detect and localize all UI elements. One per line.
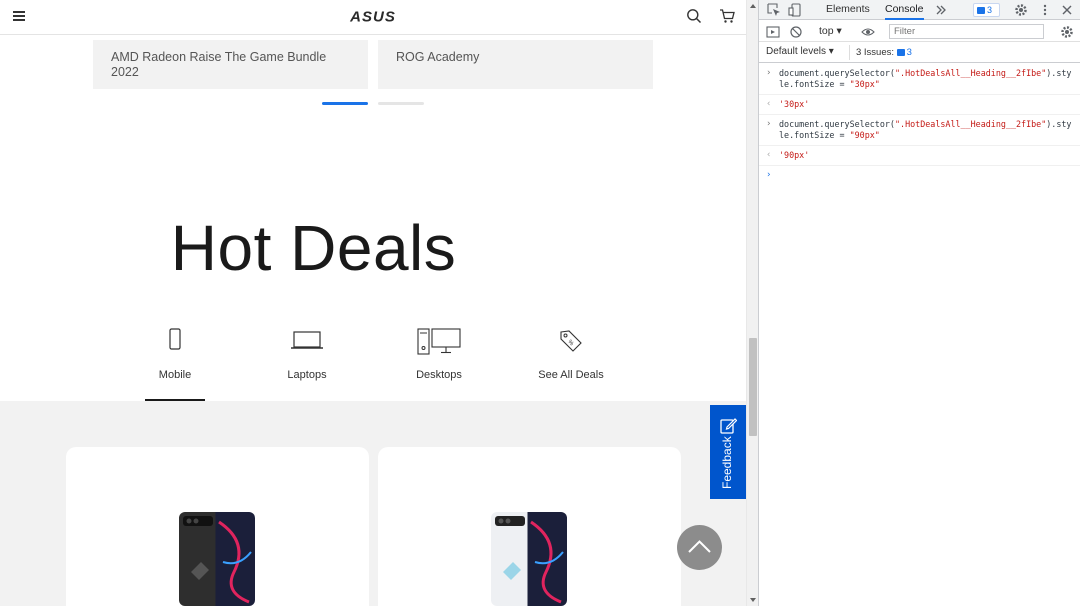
log-levels-dropdown[interactable]: Default levels ▾ [766, 46, 834, 57]
result-arrow-icon: ‹ [766, 150, 772, 160]
console-filter-bar: Default levels ▾ 3 Issues: 3 [759, 42, 1080, 63]
promo-card-amd[interactable]: AMD Radeon Raise The Game Bundle 2022 [93, 40, 368, 89]
hot-deals-heading: Hot Deals [0, 208, 746, 288]
product-image-rog-phone-white[interactable] [491, 512, 567, 606]
code-text: document.querySelector( [779, 68, 895, 78]
log-levels-label: Default levels [766, 46, 827, 57]
chevron-up-icon [688, 540, 711, 553]
tab-desktops[interactable]: Desktops [404, 324, 474, 401]
menu-icon[interactable] [13, 11, 25, 21]
tab-label: Mobile [158, 369, 192, 381]
console-input-line[interactable]: › document.querySelector(".HotDealsAll__H… [759, 64, 1080, 95]
console-settings-icon[interactable] [1060, 25, 1074, 39]
screen: ASUS AMD Radeon Raise The Game Bundle 20… [0, 0, 1080, 606]
console-prompt[interactable]: › [759, 166, 1080, 182]
search-icon[interactable] [686, 8, 702, 24]
filter-input[interactable] [889, 24, 1044, 39]
console-output: › document.querySelector(".HotDealsAll__H… [759, 64, 1080, 182]
promo-label: ROG Academy [396, 50, 480, 64]
more-options-icon[interactable] [1038, 3, 1052, 17]
scrollbar-thumb[interactable] [749, 338, 757, 436]
issues-label: 3 Issues: [856, 47, 895, 58]
hot-deals-title: Hot Deals [170, 212, 457, 284]
asus-logo[interactable]: ASUS [346, 9, 400, 23]
deal-category-tabs: Mobile Laptops Desktops % See All Deals [0, 324, 746, 402]
tab-elements[interactable]: Elements [826, 0, 870, 20]
tab-mobile[interactable]: Mobile [145, 324, 205, 401]
result-arrow-icon: ‹ [766, 99, 772, 109]
console-result-line: ‹ '30px' [759, 95, 1080, 115]
sidebar-toggle-icon[interactable] [766, 25, 780, 39]
issue-count: 3 [987, 5, 993, 15]
settings-gear-icon[interactable] [1014, 3, 1028, 17]
devtools-panel: Elements Console 3 top ▾ Filter Default … [758, 0, 1080, 606]
issues-count: 3 [906, 47, 912, 58]
back-to-top-button[interactable] [677, 525, 722, 570]
site-header: ASUS [0, 0, 746, 35]
more-tabs-icon[interactable] [934, 3, 948, 17]
result-text: '30px' [779, 99, 810, 109]
input-chevron-icon: › [766, 68, 772, 78]
tab-label: Desktops [416, 369, 462, 381]
phone-artwork [495, 516, 564, 604]
console-toolbar: top ▾ [759, 21, 1080, 42]
scroll-up-arrow-icon[interactable] [750, 4, 756, 8]
clear-console-icon[interactable] [789, 25, 803, 39]
tab-label: See All Deals [538, 369, 604, 381]
carousel-dot[interactable] [378, 102, 424, 105]
tab-console[interactable]: Console [885, 0, 924, 20]
inspect-element-icon[interactable] [767, 3, 781, 17]
logo-text: ASUS [349, 9, 396, 23]
phone-artwork [183, 516, 252, 604]
page-scrollbar[interactable] [746, 0, 758, 606]
code-string: ".HotDealsAll__Heading__2fIbe" [894, 68, 1047, 78]
phone-icon [169, 328, 181, 350]
feedback-button[interactable]: Feedback [710, 405, 746, 499]
console-result-line: ‹ '90px' [759, 146, 1080, 166]
code-string: ".HotDealsAll__Heading__2fIbe" [894, 119, 1047, 129]
promo-card-rog-academy[interactable]: ROG Academy [378, 40, 653, 89]
message-icon [977, 7, 985, 14]
prompt-chevron-icon: › [766, 170, 772, 180]
console-input-line[interactable]: › document.querySelector(".HotDealsAll__H… [759, 115, 1080, 146]
edit-icon [720, 418, 737, 434]
input-chevron-icon: › [766, 119, 772, 129]
eye-icon[interactable] [861, 25, 875, 39]
device-toolbar-icon[interactable] [788, 3, 802, 17]
cart-icon[interactable] [719, 8, 736, 24]
issues-badge[interactable]: 3 [973, 3, 1000, 17]
web-page: ASUS AMD Radeon Raise The Game Bundle 20… [0, 0, 746, 606]
close-icon[interactable] [1060, 3, 1074, 17]
carousel-dot-active[interactable] [322, 102, 368, 105]
result-text: '90px' [779, 150, 810, 160]
tab-label: Laptops [287, 369, 327, 381]
context-value: top [819, 25, 834, 37]
message-icon [896, 49, 905, 56]
tag-icon: % [560, 330, 582, 352]
scroll-down-arrow-icon[interactable] [750, 598, 756, 602]
code-string: "90px" [849, 130, 880, 140]
devtools-tab-bar: Elements Console 3 [759, 0, 1080, 20]
promo-label: AMD Radeon Raise The Game Bundle 2022 [111, 50, 327, 79]
context-selector[interactable]: top ▾ [819, 25, 842, 37]
tab-see-all-deals[interactable]: % See All Deals [531, 324, 611, 401]
feedback-label: Feedback [720, 436, 734, 489]
issues-link[interactable]: 3 Issues: 3 [849, 45, 918, 60]
laptop-icon [291, 331, 323, 349]
desktop-icon [417, 328, 461, 355]
product-image-rog-phone-black[interactable] [179, 512, 255, 606]
tab-laptops[interactable]: Laptops [272, 324, 342, 401]
code-text: document.querySelector( [779, 119, 895, 129]
code-string: "30px" [849, 79, 880, 89]
